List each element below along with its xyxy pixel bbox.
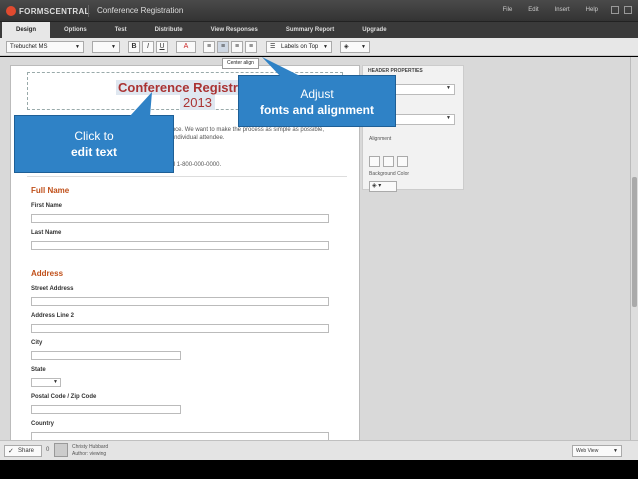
- adjust-callout-pointer: [262, 57, 300, 76]
- share-button[interactable]: ✓ Share: [4, 445, 42, 457]
- click-callout-pointer: [130, 92, 152, 116]
- user-name: Christy Hubbard: [72, 444, 109, 450]
- avatar: [54, 443, 68, 457]
- callout-pointers: [130, 57, 300, 116]
- status-bar: ✓ Share 0 Christy Hubbard Author: viewin…: [0, 440, 638, 460]
- bottom-margin: [0, 460, 638, 479]
- share-label: Share: [18, 448, 35, 454]
- web-view-select[interactable]: Web View ▼: [572, 445, 622, 457]
- share-icon: ✓: [8, 448, 14, 455]
- share-count: 0: [46, 447, 50, 453]
- chevron-down-icon: ▼: [613, 448, 618, 454]
- web-view-value: Web View: [576, 448, 599, 454]
- user-role: Author: viewing: [72, 451, 107, 457]
